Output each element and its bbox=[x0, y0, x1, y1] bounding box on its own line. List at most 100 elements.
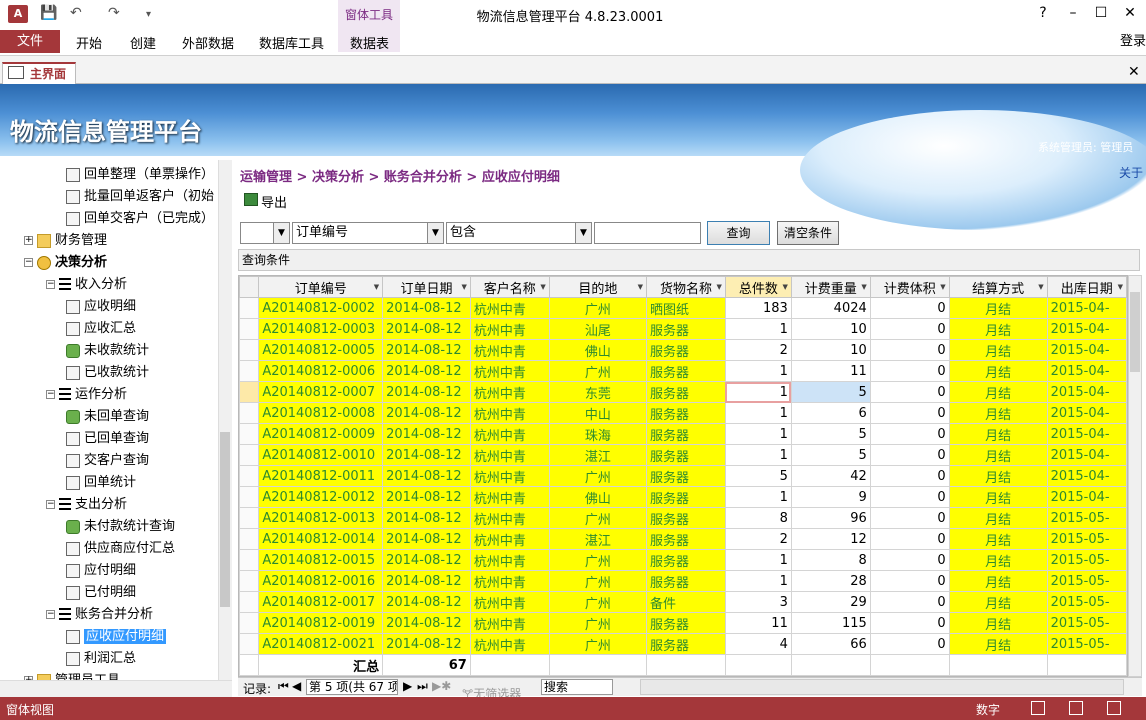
tree-item[interactable]: + 财务管理 bbox=[24, 230, 107, 252]
record-selector[interactable] bbox=[239, 549, 260, 571]
chevron-down-icon[interactable]: ▼ bbox=[427, 223, 443, 243]
filter-operator-select[interactable]: 包含 ▼ bbox=[446, 222, 592, 244]
chevron-down-icon[interactable]: ▼ bbox=[374, 283, 379, 291]
column-header[interactable]: 客户名称 ▼ bbox=[469, 276, 550, 298]
table-cell[interactable]: 1 bbox=[724, 318, 792, 340]
tab-create[interactable]: 创建 bbox=[130, 33, 156, 52]
table-cell[interactable]: 月结 bbox=[948, 633, 1048, 655]
tree-item[interactable]: 应收应付明细 bbox=[66, 626, 167, 648]
chevron-down-icon[interactable]: ▼ bbox=[861, 283, 866, 291]
record-selector[interactable] bbox=[239, 381, 260, 403]
tree-item[interactable]: 应付明细 bbox=[66, 560, 136, 582]
table-cell[interactable]: 广州 bbox=[548, 570, 648, 592]
table-row[interactable]: A20140812-0008 2014-08-12 杭州中青 中山 服务器 1 6 0 月结 20… bbox=[239, 402, 1127, 424]
table-cell[interactable]: 湛江 bbox=[548, 528, 648, 550]
redo-icon[interactable]: ↷ bbox=[108, 5, 120, 21]
table-row[interactable]: A20140812-0009 2014-08-12 杭州中青 珠海 服务器 1 5 0 月结 20… bbox=[239, 423, 1127, 445]
table-cell[interactable]: 杭州中青 bbox=[469, 444, 550, 466]
table-cell[interactable]: 0 bbox=[869, 381, 950, 403]
table-cell[interactable]: 5 bbox=[790, 444, 871, 466]
table-cell[interactable]: 0 bbox=[869, 612, 950, 634]
record-selector[interactable] bbox=[239, 318, 260, 340]
table-cell[interactable]: 2015-05- bbox=[1046, 591, 1127, 613]
chevron-down-icon[interactable]: ▼ bbox=[717, 283, 722, 291]
new-record-icon[interactable]: ▶✱ bbox=[432, 679, 451, 693]
table-row[interactable]: A20140812-0013 2014-08-12 杭州中青 广州 服务器 8 96 0 月结 2… bbox=[239, 507, 1127, 529]
tab-datasheet[interactable]: 数据表 bbox=[350, 33, 389, 52]
table-cell[interactable]: 杭州中青 bbox=[469, 402, 550, 424]
table-cell[interactable]: 10 bbox=[790, 339, 871, 361]
table-cell[interactable]: 10 bbox=[790, 318, 871, 340]
table-cell[interactable]: 杭州中青 bbox=[469, 339, 550, 361]
table-row[interactable]: A20140812-0005 2014-08-12 杭州中青 佛山 服务器 2 10 0 月结 2… bbox=[239, 339, 1127, 361]
record-selector[interactable] bbox=[239, 528, 260, 550]
table-cell[interactable]: 服务器 bbox=[646, 570, 726, 592]
table-cell[interactable]: 2015-05- bbox=[1046, 570, 1127, 592]
table-cell[interactable]: 月结 bbox=[948, 612, 1048, 634]
table-cell[interactable]: 2015-04- bbox=[1046, 360, 1127, 382]
login-link[interactable]: 登录 bbox=[1120, 30, 1146, 49]
tree-item[interactable]: 应收汇总 bbox=[66, 318, 136, 340]
record-selector[interactable] bbox=[239, 423, 260, 445]
table-cell[interactable]: 广州 bbox=[548, 591, 648, 613]
table-cell[interactable]: 4024 bbox=[790, 297, 871, 319]
tab-external-data[interactable]: 外部数据 bbox=[182, 33, 234, 52]
table-cell[interactable]: A20140812-0017 bbox=[258, 591, 384, 613]
table-cell[interactable]: 杭州中青 bbox=[469, 297, 550, 319]
table-cell[interactable]: A20140812-0005 bbox=[258, 339, 384, 361]
table-row[interactable]: A20140812-0011 2014-08-12 杭州中青 广州 服务器 5 42 0 月结 2… bbox=[239, 465, 1127, 487]
access-app-icon[interactable]: A bbox=[8, 5, 28, 23]
table-row[interactable]: A20140812-0017 2014-08-12 杭州中青 广州 备件 3 29 0 月结 20… bbox=[239, 591, 1127, 613]
grid-scroll-thumb[interactable] bbox=[1130, 292, 1140, 372]
record-selector[interactable] bbox=[239, 570, 260, 592]
table-row[interactable]: A20140812-0002 2014-08-12 杭州中青 广州 晒图纸 183 4024… bbox=[239, 297, 1127, 319]
table-cell[interactable]: 服务器 bbox=[646, 423, 726, 445]
table-cell[interactable]: 2014-08-12 bbox=[382, 528, 471, 550]
tree-item[interactable]: 已收款统计 bbox=[66, 362, 149, 384]
table-cell[interactable]: 0 bbox=[869, 318, 950, 340]
table-cell[interactable]: 2014-08-12 bbox=[382, 591, 471, 613]
table-cell[interactable]: 0 bbox=[869, 507, 950, 529]
chevron-down-icon[interactable]: ▼ bbox=[461, 283, 466, 291]
table-cell[interactable]: 服务器 bbox=[646, 339, 726, 361]
table-cell[interactable]: 0 bbox=[869, 591, 950, 613]
table-cell[interactable]: 3 bbox=[724, 591, 792, 613]
table-cell[interactable]: 2014-08-12 bbox=[382, 633, 471, 655]
tree-item[interactable]: 回单交客户（已完成） bbox=[66, 208, 214, 230]
table-cell[interactable]: 月结 bbox=[948, 423, 1048, 445]
customize-toolbar-icon[interactable]: ▾ bbox=[146, 9, 151, 20]
table-cell[interactable]: A20140812-0013 bbox=[258, 507, 384, 529]
table-cell[interactable]: 服务器 bbox=[646, 633, 726, 655]
table-cell[interactable]: 1 bbox=[724, 423, 792, 445]
table-cell[interactable]: 12 bbox=[790, 528, 871, 550]
chevron-down-icon[interactable]: ▼ bbox=[1038, 283, 1043, 291]
chevron-down-icon[interactable]: ▼ bbox=[782, 283, 787, 291]
table-cell[interactable]: 杭州中青 bbox=[469, 591, 550, 613]
table-cell[interactable]: 42 bbox=[790, 465, 871, 487]
datasheet-view-icon[interactable] bbox=[1069, 701, 1083, 715]
table-cell[interactable]: 广州 bbox=[548, 549, 648, 571]
table-cell[interactable]: 月结 bbox=[948, 591, 1048, 613]
table-cell[interactable]: 杭州中青 bbox=[469, 570, 550, 592]
table-cell[interactable]: 2015-04- bbox=[1046, 297, 1127, 319]
table-cell[interactable]: 汕尾 bbox=[548, 318, 648, 340]
table-cell[interactable]: 5 bbox=[790, 381, 871, 403]
table-cell[interactable]: 2015-04- bbox=[1046, 339, 1127, 361]
undo-icon[interactable]: ↶ bbox=[70, 5, 82, 21]
expand-icon[interactable]: + bbox=[24, 236, 33, 245]
table-cell[interactable]: 5 bbox=[724, 465, 792, 487]
chevron-down-icon[interactable]: ▼ bbox=[540, 283, 545, 291]
table-cell[interactable]: 2014-08-12 bbox=[382, 612, 471, 634]
record-selector[interactable] bbox=[239, 465, 260, 487]
table-cell[interactable]: 2 bbox=[724, 528, 792, 550]
table-row[interactable]: A20140812-0016 2014-08-12 杭州中青 广州 服务器 1 28 0 月结 2… bbox=[239, 570, 1127, 592]
tree-item[interactable]: 供应商应付汇总 bbox=[66, 538, 175, 560]
table-cell[interactable]: 月结 bbox=[948, 570, 1048, 592]
tree-item[interactable]: 已付明细 bbox=[66, 582, 136, 604]
table-cell[interactable]: 1 bbox=[724, 486, 792, 508]
form-view-icon[interactable] bbox=[1031, 701, 1045, 715]
table-cell[interactable]: 2014-08-12 bbox=[382, 339, 471, 361]
table-row[interactable]: A20140812-0021 2014-08-12 杭州中青 广州 服务器 4 66 0 月结 2… bbox=[239, 633, 1127, 655]
tree-item[interactable]: 批量回单返客户（初始 bbox=[66, 186, 214, 208]
record-selector[interactable] bbox=[239, 360, 260, 382]
